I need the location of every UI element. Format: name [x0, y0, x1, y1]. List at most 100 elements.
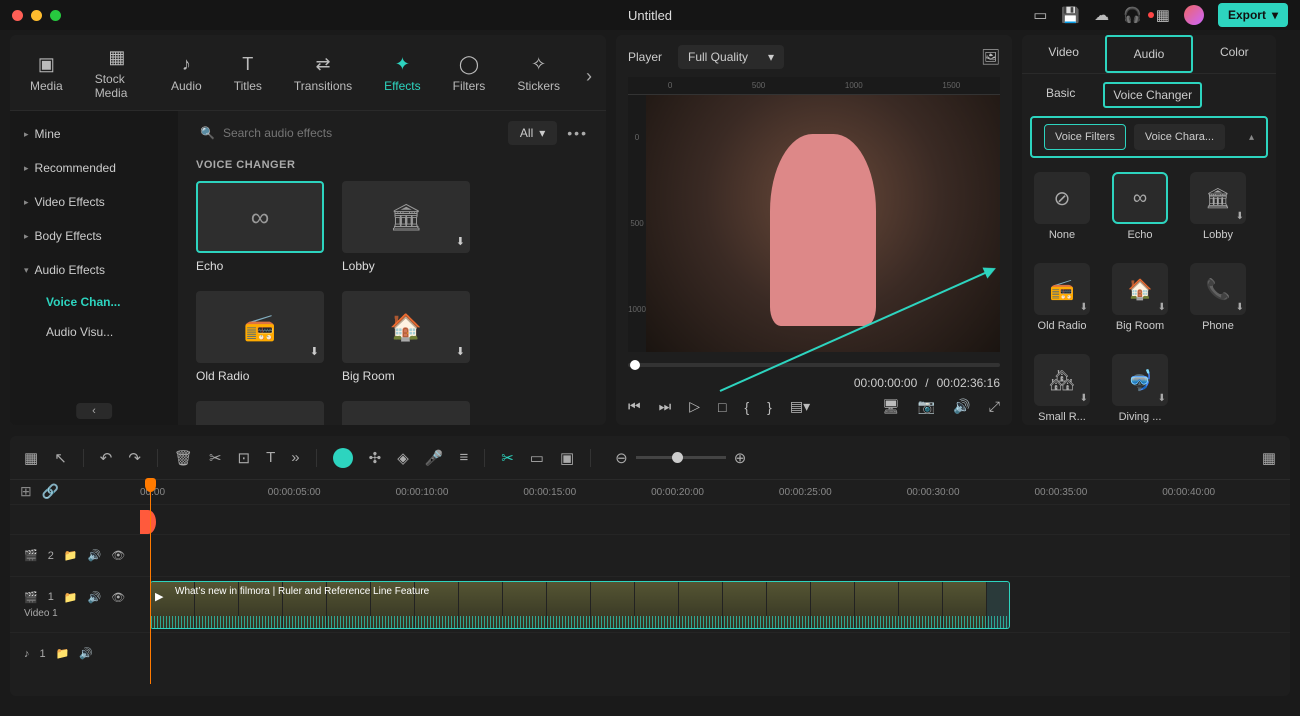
snapshot-icon[interactable]: 🖼	[981, 48, 1000, 66]
effect-card-echo[interactable]: ∞ Echo	[196, 181, 324, 273]
sidebar-body-effects[interactable]: Body Effects	[10, 219, 178, 253]
redo-icon[interactable]: ↷	[128, 449, 141, 467]
export-button[interactable]: Export▾	[1218, 3, 1288, 27]
collapse-sidebar[interactable]: ‹	[76, 403, 112, 419]
mute-icon[interactable]: 🔊	[79, 647, 93, 660]
effect-card-big-room[interactable]: 🏠⬇ Big Room	[342, 291, 470, 383]
user-avatar[interactable]	[1184, 5, 1204, 25]
text-icon[interactable]: T	[266, 449, 275, 466]
chip-voice-characters[interactable]: Voice Chara...	[1134, 124, 1225, 150]
delete-icon[interactable]: 🗑	[174, 449, 193, 467]
tab-transitions[interactable]: ⇄Transitions	[288, 50, 358, 103]
filter-old-radio[interactable]: 📻⬇Old Radio	[1034, 263, 1090, 332]
tabs-more-chevron[interactable]: ›	[586, 66, 592, 87]
save-icon[interactable]: 💾	[1061, 6, 1080, 24]
sidebar-audio-visualizer[interactable]: Audio Visu...	[10, 317, 178, 347]
mic-icon[interactable]: 🎤	[425, 449, 444, 467]
color-icon[interactable]: ✣	[369, 449, 382, 467]
tab-video[interactable]: Video	[1022, 35, 1105, 73]
folder-icon[interactable]: 📁	[64, 549, 78, 562]
volume-icon[interactable]: 🔊	[953, 398, 970, 415]
zoom-window[interactable]	[50, 10, 61, 21]
sidebar-audio-effects[interactable]: Audio Effects	[10, 253, 178, 287]
filter-diving[interactable]: 🤿⬇Diving ...	[1112, 354, 1168, 423]
mark-in-icon[interactable]: {	[744, 399, 749, 415]
filter-echo[interactable]: ∞Echo	[1112, 172, 1168, 241]
subtab-voice-changer[interactable]: Voice Changer	[1103, 82, 1202, 108]
subtab-basic[interactable]: Basic	[1038, 82, 1083, 108]
sidebar-voice-changer[interactable]: Voice Chan...	[10, 287, 178, 317]
play-next-icon[interactable]: ⏭	[659, 398, 672, 415]
shield-icon[interactable]: ◈	[397, 449, 409, 467]
playhead[interactable]	[150, 480, 151, 684]
mute-icon[interactable]: 🔊	[88, 549, 102, 562]
filter-big-room[interactable]: 🏠⬇Big Room	[1112, 263, 1168, 332]
arrow-tool-icon[interactable]: ↖	[54, 449, 67, 467]
display-icon[interactable]: 🖥	[882, 398, 900, 415]
tab-effects[interactable]: ✦Effects	[378, 50, 426, 103]
effect-card-partial2[interactable]	[342, 401, 470, 425]
cloud-icon[interactable]: ☁	[1094, 6, 1109, 24]
effect-card-partial1[interactable]	[196, 401, 324, 425]
sidebar-video-effects[interactable]: Video Effects	[10, 185, 178, 219]
fullscreen-icon[interactable]: ⤢	[989, 398, 1000, 415]
tab-stock-media[interactable]: ▦Stock Media	[89, 43, 145, 110]
quality-dropdown[interactable]: Full Quality▾	[678, 45, 784, 69]
support-icon[interactable]: 🎧	[1123, 6, 1142, 24]
mute-icon[interactable]: 🔊	[88, 591, 102, 604]
sidebar-mine[interactable]: Mine	[10, 117, 178, 151]
marker[interactable]	[140, 510, 156, 534]
crop-icon[interactable]: ⊡	[238, 449, 251, 467]
play-icon[interactable]: ▷	[689, 398, 700, 415]
timeline-ruler[interactable]: ⊞🔗 00:0000:00:05:0000:00:10:0000:00:15:0…	[10, 480, 1290, 504]
download-icon[interactable]: ⬇	[310, 345, 319, 358]
chip-voice-filters[interactable]: Voice Filters	[1044, 124, 1126, 150]
search-input[interactable]	[223, 126, 494, 140]
camera-icon[interactable]: 📷	[918, 398, 935, 415]
video-clip[interactable]: ▶ What’s new in filmora | Ruler and Refe…	[150, 581, 1010, 629]
effect-card-lobby[interactable]: 🏛⬇ Lobby	[342, 181, 470, 273]
mark-out-icon[interactable]: }	[767, 399, 772, 415]
folder-icon[interactable]: 📁	[56, 647, 70, 660]
effect-card-old-radio[interactable]: 📻⬇ Old Radio	[196, 291, 324, 383]
filter-phone[interactable]: 📞⬇Phone	[1190, 263, 1246, 332]
filter-none[interactable]: ⊘None	[1034, 172, 1090, 241]
tab-audio[interactable]: Audio	[1105, 35, 1192, 73]
marker-add-icon[interactable]: ▣	[560, 449, 574, 467]
search-box[interactable]: 🔍	[196, 122, 498, 144]
tab-audio[interactable]: ♪Audio	[165, 50, 208, 103]
select-tool-icon[interactable]: ▦	[24, 449, 38, 467]
apps-icon[interactable]: ▦	[1156, 6, 1170, 24]
tab-media[interactable]: ▣Media	[24, 50, 69, 103]
filter-lobby[interactable]: 🏛⬇Lobby	[1190, 172, 1246, 241]
folder-icon[interactable]: 📁	[64, 591, 78, 604]
tab-filters[interactable]: ◯Filters	[447, 50, 492, 103]
group-icon[interactable]: ▭	[530, 449, 544, 467]
visibility-icon[interactable]: 👁	[111, 591, 125, 604]
aspect-icon[interactable]: ▤▾	[790, 398, 810, 415]
tab-color[interactable]: Color	[1193, 35, 1276, 73]
list-icon[interactable]: ≡	[459, 449, 468, 466]
zoom-in-icon[interactable]: ⊕	[734, 449, 747, 467]
timeline-zoom[interactable]: ⊖ ⊕	[615, 449, 746, 467]
timeline-options-icon[interactable]: ▦	[1262, 449, 1276, 467]
split-icon[interactable]: ✂	[501, 449, 514, 467]
collapse-arrow-icon[interactable]: ▴	[1249, 132, 1254, 143]
tab-titles[interactable]: TTitles	[228, 50, 268, 103]
add-track-icon[interactable]: ⊞	[20, 483, 32, 500]
download-icon[interactable]: ⬇	[456, 235, 465, 248]
more-menu[interactable]: •••	[567, 125, 588, 141]
cut-icon[interactable]: ✂	[209, 449, 222, 467]
progress-bar[interactable]	[628, 358, 1000, 372]
undo-icon[interactable]: ↶	[100, 449, 113, 467]
layout-icon[interactable]: ▭	[1033, 6, 1047, 24]
sidebar-recommended[interactable]: Recommended	[10, 151, 178, 185]
prev-frame-icon[interactable]: ⏮	[628, 398, 641, 415]
download-icon[interactable]: ⬇	[456, 345, 465, 358]
preview-stage[interactable]: 05001000	[628, 95, 1000, 352]
zoom-out-icon[interactable]: ⊖	[615, 449, 628, 467]
visibility-icon[interactable]: 👁	[111, 549, 125, 562]
minimize-window[interactable]	[31, 10, 42, 21]
ai-tools-icon[interactable]	[333, 448, 353, 468]
tab-stickers[interactable]: ✧Stickers	[511, 50, 566, 103]
